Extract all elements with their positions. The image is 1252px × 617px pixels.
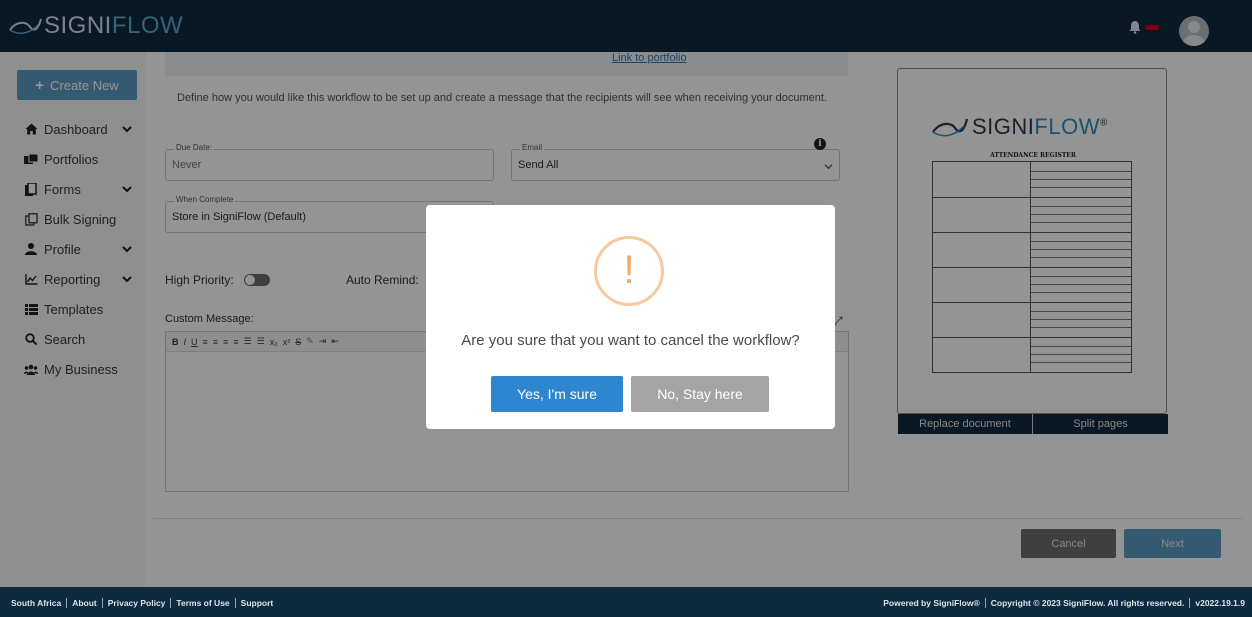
stay-here-button[interactable]: No, Stay here bbox=[631, 376, 769, 412]
footer-link-country[interactable]: South Africa bbox=[11, 598, 68, 608]
warning-icon: ! bbox=[594, 236, 664, 306]
version-text: v2022.19.1.9 bbox=[1195, 598, 1245, 608]
footer: South Africa About Privacy Policy Terms … bbox=[0, 587, 1252, 617]
confirm-cancel-dialog: ! Are you sure that you want to cancel t… bbox=[426, 205, 835, 429]
footer-info: Powered by SigniFlow® Copyright © 2023 S… bbox=[883, 598, 1245, 608]
footer-link-about[interactable]: About bbox=[67, 598, 103, 608]
confirm-yes-button[interactable]: Yes, I'm sure bbox=[491, 376, 623, 412]
powered-by-text: Powered by SigniFlow® bbox=[883, 598, 986, 608]
modal-backdrop[interactable]: ! Are you sure that you want to cancel t… bbox=[0, 0, 1252, 587]
footer-link-support[interactable]: Support bbox=[236, 598, 274, 608]
footer-link-privacy[interactable]: Privacy Policy bbox=[103, 598, 172, 608]
footer-link-terms[interactable]: Terms of Use bbox=[171, 598, 236, 608]
copyright-text: Copyright © 2023 SigniFlow. All rights r… bbox=[986, 598, 1191, 608]
dialog-message: Are you sure that you want to cancel the… bbox=[461, 332, 800, 349]
footer-links: South Africa About Privacy Policy Terms … bbox=[11, 598, 273, 608]
